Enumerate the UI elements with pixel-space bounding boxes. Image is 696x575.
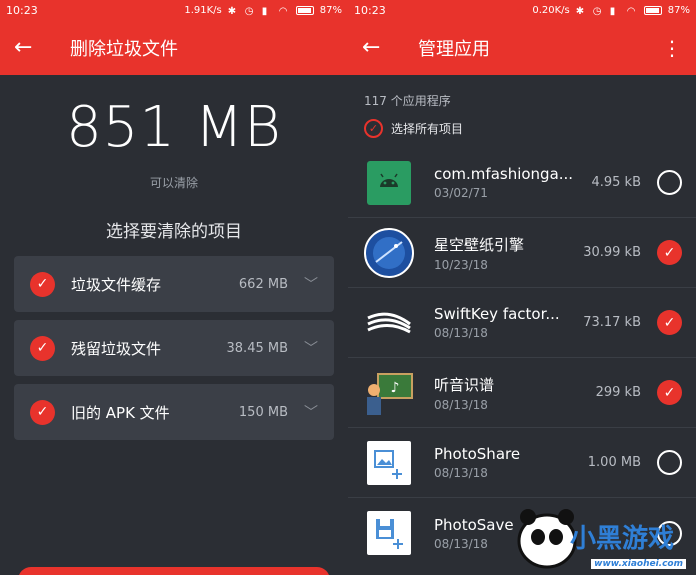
battery-icon [643, 5, 662, 15]
status-bar: 10:23 0.20K/s ✱ ◷ ▮ ◠ 87% [348, 0, 696, 20]
signal-icon: ▮ [261, 5, 268, 17]
cleanable-label: 可以清除 [149, 176, 198, 190]
app-size: 299 kB [595, 385, 641, 400]
app-date: 08/13/18 [434, 326, 488, 340]
back-arrow-icon[interactable]: ← [14, 35, 56, 60]
wifi-icon: ◠ [626, 5, 636, 17]
app-count: 117 个应用程序 [364, 94, 451, 108]
category-label: 残留垃圾文件 [71, 339, 162, 358]
photo-save-icon [364, 508, 414, 558]
svg-text:♪: ♪ [391, 380, 400, 396]
toolbar: ← 删除垃圾文件 [0, 20, 348, 75]
app-date: 08/13/18 [434, 466, 488, 480]
select-all-label: 选择所有项目 [391, 122, 464, 136]
app-name: com.mfashionga... [434, 165, 574, 183]
watermark-url: www.xiaohei.com [591, 559, 686, 569]
checked-icon[interactable]: ✓ [657, 310, 682, 335]
junk-category-list: ✓ 垃圾文件缓存 662 MB ﹀ ✓ 残留垃圾文件 38.45 MB ﹀ ✓ … [0, 256, 348, 440]
category-size: 662 MB [238, 276, 288, 292]
total-junk-size: 851 MB [66, 95, 282, 160]
category-size: 150 MB [238, 404, 288, 420]
app-name: SwiftKey factor... [434, 305, 560, 323]
app-size: 4.95 kB [591, 175, 641, 190]
signal-icon: ▮ [609, 5, 616, 17]
clean-button[interactable] [18, 567, 330, 575]
battery-level: 87% [319, 4, 342, 16]
status-time: 10:23 [6, 3, 38, 17]
checked-icon[interactable]: ✓ [30, 335, 55, 361]
app-row[interactable]: SwiftKey factor... 08/13/18 73.17 kB ✓ [348, 288, 696, 358]
toolbar: ← 管理应用 ⋮ [348, 20, 696, 75]
music-teacher-icon: ♪ [364, 368, 414, 418]
unchecked-circle-icon[interactable] [657, 170, 682, 195]
app-name: 星空壁纸引擎 [434, 235, 525, 254]
page-title: 删除垃圾文件 [70, 38, 178, 60]
checked-icon[interactable]: ✓ [657, 380, 682, 405]
junk-cleaner-screen: 10:23 1.91K/s ✱ ◷ ▮ ◠ 87% ← 删除垃圾文件 851 M… [0, 0, 348, 575]
swiftkey-icon [364, 298, 414, 348]
chevron-down-icon[interactable]: ﹀ [304, 338, 318, 358]
app-row[interactable]: PhotoShare 08/13/18 1.00 MB [348, 428, 696, 498]
status-time: 10:23 [354, 3, 386, 17]
wifi-icon: ◠ [278, 5, 288, 17]
app-size: 73.17 kB [583, 315, 641, 330]
app-name: PhotoShare [434, 445, 521, 463]
alarm-icon: ◷ [244, 5, 254, 17]
chevron-down-icon[interactable]: ﹀ [304, 274, 318, 294]
junk-category-item[interactable]: ✓ 垃圾文件缓存 662 MB ﹀ [14, 256, 334, 312]
app-size: 30.99 kB [583, 245, 641, 260]
photo-share-icon [364, 438, 414, 488]
chevron-down-icon[interactable]: ﹀ [304, 402, 318, 422]
more-options-icon[interactable]: ⋮ [662, 36, 682, 60]
app-row[interactable]: com.mfashionga... 03/02/71 4.95 kB [348, 148, 696, 218]
bluetooth-icon: ✱ [575, 5, 585, 17]
network-speed: 0.20K/s [532, 4, 570, 16]
checked-icon[interactable]: ✓ [364, 119, 383, 138]
checked-icon[interactable]: ✓ [657, 240, 682, 265]
watermark-brand: 小黑游戏 [570, 524, 674, 554]
battery-level: 87% [667, 4, 690, 16]
unchecked-circle-icon[interactable] [657, 450, 682, 475]
app-date: 03/02/71 [434, 186, 488, 200]
manage-apps-screen: 10:23 0.20K/s ✱ ◷ ▮ ◠ 87% ← 管理应用 ⋮ 117 个… [348, 0, 696, 575]
category-label: 旧的 APK 文件 [71, 403, 170, 422]
alarm-icon: ◷ [592, 5, 602, 17]
checked-icon[interactable]: ✓ [30, 399, 55, 425]
bluetooth-icon: ✱ [227, 5, 237, 17]
section-title: 选择要清除的项目 [106, 222, 242, 242]
app-row[interactable]: 星空壁纸引擎 10/23/18 30.99 kB ✓ [348, 218, 696, 288]
app-date: 08/13/18 [434, 397, 488, 412]
battery-icon [295, 5, 314, 15]
category-label: 垃圾文件缓存 [71, 275, 162, 294]
back-arrow-icon[interactable]: ← [362, 35, 404, 60]
junk-category-item[interactable]: ✓ 残留垃圾文件 38.45 MB ﹀ [14, 320, 334, 376]
android-icon [364, 158, 414, 208]
junk-category-item[interactable]: ✓ 旧的 APK 文件 150 MB ﹀ [14, 384, 334, 440]
page-title: 管理应用 [418, 38, 490, 60]
status-bar: 10:23 1.91K/s ✱ ◷ ▮ ◠ 87% [0, 0, 348, 20]
watermark-logo: 小黑游戏 www.xiaohei.com [502, 503, 692, 573]
app-date: 10/23/18 [434, 257, 488, 272]
app-size: 1.00 MB [587, 455, 641, 470]
network-speed: 1.91K/s [184, 4, 222, 16]
select-all-toggle[interactable]: ✓ 选择所有项目 [364, 119, 696, 138]
checked-icon[interactable]: ✓ [30, 271, 55, 297]
app-name: 听音识谱 [434, 375, 495, 394]
category-size: 38.45 MB [226, 340, 288, 356]
starry-wallpaper-icon [364, 227, 414, 278]
app-row[interactable]: ♪ 听音识谱 08/13/18 299 kB ✓ [348, 358, 696, 428]
